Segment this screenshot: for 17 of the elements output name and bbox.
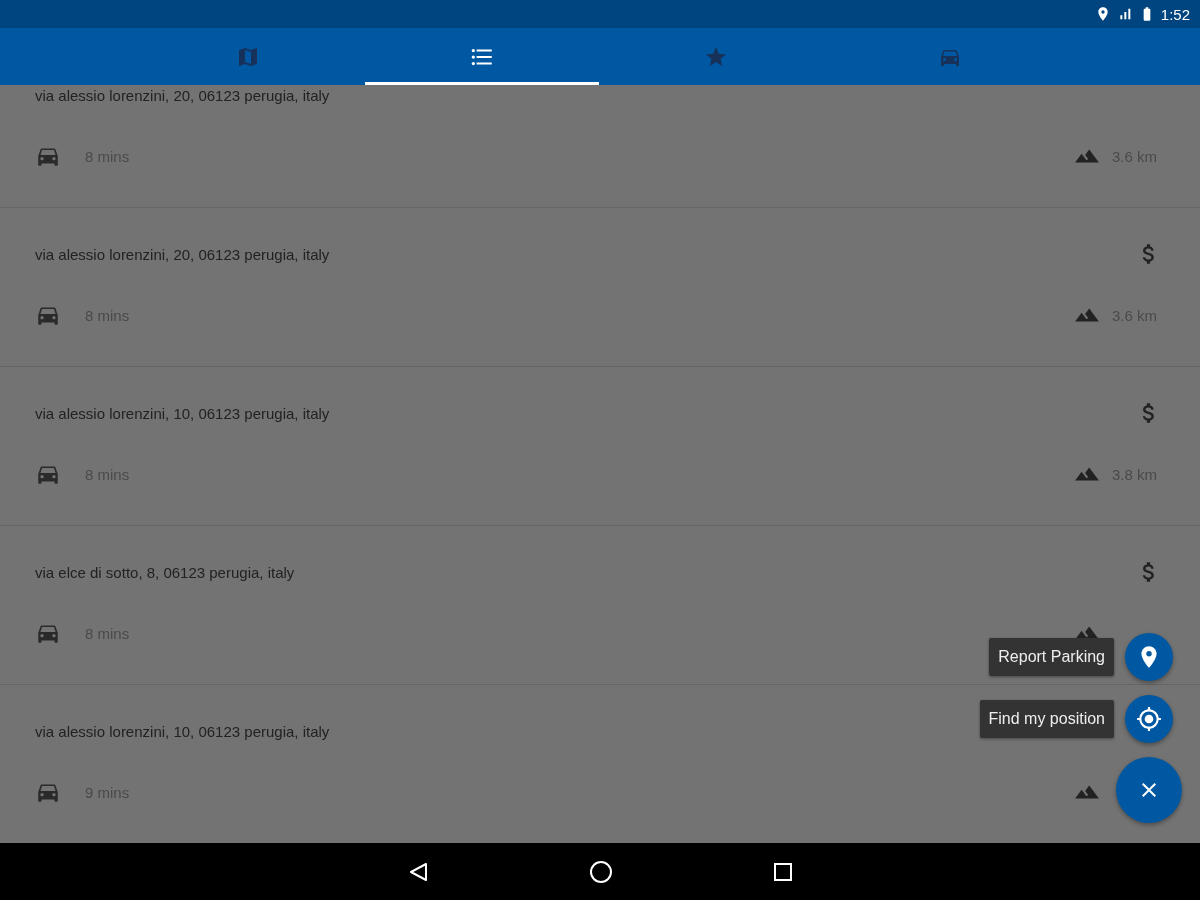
address: via alessio lorenzini, 10, 06123 perugia, italy — [35, 722, 330, 740]
crosshair-icon — [1136, 706, 1162, 732]
address: via alessio lorenzini, 20, 06123 perugia, italy — [35, 86, 330, 104]
address: via alessio lorenzini, 20, 06123 perugia, italy — [35, 245, 330, 263]
back-icon — [407, 860, 429, 883]
home-button[interactable] — [589, 859, 613, 884]
back-button[interactable] — [407, 860, 429, 883]
address: via elce di sotto, 8, 06123 perugia, italy — [35, 563, 295, 581]
action-label: Find my position — [979, 700, 1114, 738]
address: via alessio lorenzini, 10, 06123 perugia, italy — [35, 404, 330, 422]
home-icon — [589, 859, 613, 884]
recents-icon — [773, 861, 793, 882]
action-label: Report Parking — [989, 638, 1114, 676]
recents-button[interactable] — [773, 861, 793, 882]
action-button[interactable] — [1125, 695, 1173, 743]
action-button[interactable] — [1125, 633, 1173, 681]
clock: 1:52 — [1160, 5, 1190, 23]
